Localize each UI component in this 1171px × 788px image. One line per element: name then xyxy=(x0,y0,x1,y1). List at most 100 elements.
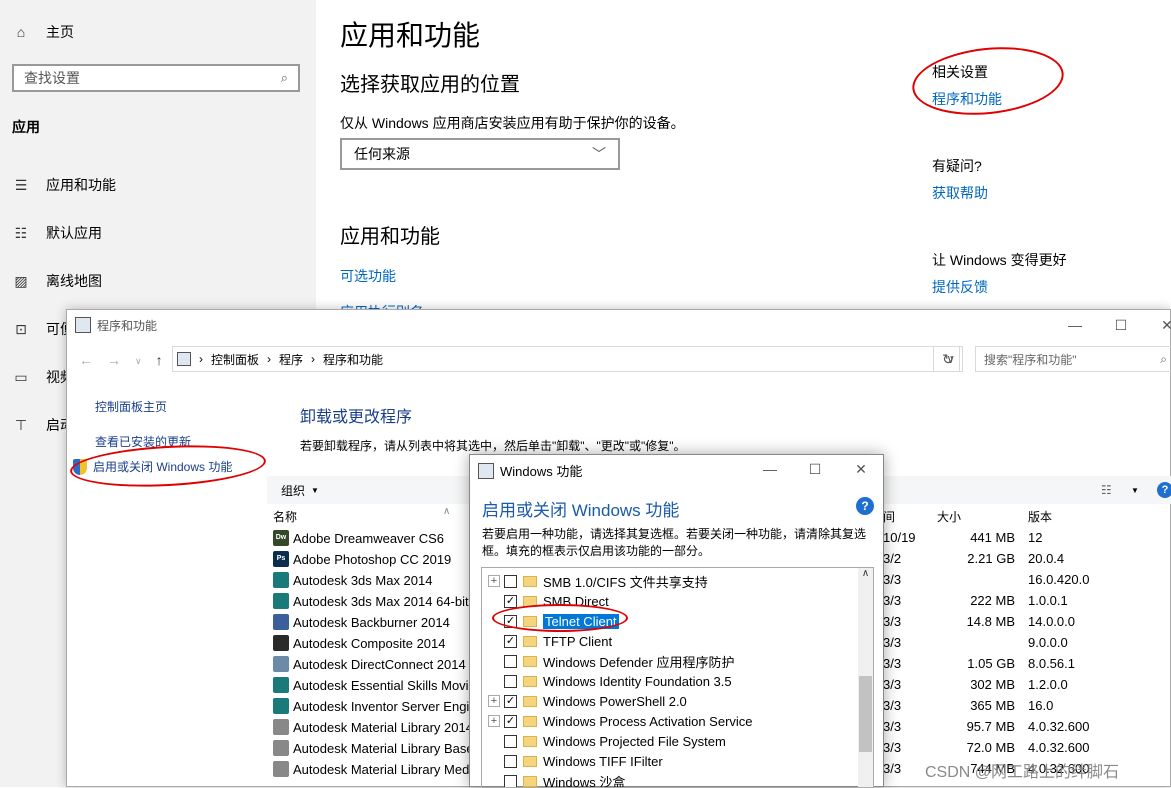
view-options-icon[interactable]: ☷ xyxy=(1101,483,1112,497)
feature-item[interactable]: ✓TFTP Client xyxy=(482,631,612,651)
back-arrow-icon[interactable]: ← xyxy=(79,352,93,370)
optional-features-link[interactable]: 可选功能 xyxy=(340,266,396,286)
sidebar-item-startup[interactable]: ⊤ 启动 xyxy=(12,415,74,435)
sidebar-item-default-apps[interactable]: ☷ 默认应用 xyxy=(12,223,102,243)
uninstall-description: 若要卸载程序，请从列表中将其选中，然后单击"卸载"、"更改"或"修复"。 xyxy=(300,437,686,454)
maximize-button[interactable]: ☐ xyxy=(1098,310,1144,340)
scrollbar[interactable]: ∧ xyxy=(858,568,873,787)
feature-item[interactable]: Windows Projected File System xyxy=(482,731,726,751)
expand-icon[interactable]: + xyxy=(488,575,500,587)
source-dropdown[interactable]: 任何来源 ﹀ xyxy=(340,138,620,170)
breadcrumb-item[interactable]: 程序和功能 xyxy=(323,351,383,368)
table-row[interactable]: Autodesk Inventor Server Engine xyxy=(273,698,484,714)
cell-version: 12 xyxy=(1028,530,1128,545)
cell-date: 10/19 xyxy=(883,530,923,545)
table-row[interactable]: Autodesk Material Library Med xyxy=(273,761,469,777)
scroll-up-icon[interactable]: ∧ xyxy=(858,568,873,579)
feature-item[interactable]: +SMB 1.0/CIFS 文件共享支持 xyxy=(482,571,708,591)
startup-icon: ⊤ xyxy=(12,416,30,434)
cell-date: 3/3 xyxy=(883,761,923,776)
sidebar-home[interactable]: ⌂ 主页 xyxy=(12,22,74,42)
table-row[interactable]: Autodesk Material Library Base xyxy=(273,740,474,756)
table-row[interactable]: Autodesk Essential Skills Movies xyxy=(273,677,482,693)
checkbox[interactable] xyxy=(504,655,517,668)
checkbox-checked[interactable]: ✓ xyxy=(504,715,517,728)
window-titlebar: 程序和功能 xyxy=(67,310,1170,340)
cell-date: 3/3 xyxy=(883,614,923,629)
checkbox-checked[interactable]: ✓ xyxy=(504,635,517,648)
cell-size: 441 MB xyxy=(929,530,1015,545)
video-icon: ▭ xyxy=(12,368,30,386)
breadcrumb-item[interactable]: 控制面板 xyxy=(211,351,259,368)
chevron-down-icon: ﹀ xyxy=(592,144,606,164)
column-size[interactable]: 大小 xyxy=(937,508,961,525)
minimize-button[interactable]: — xyxy=(1052,310,1098,340)
settings-search-input[interactable]: 查找设置 ⌕ xyxy=(12,64,300,92)
feedback-link[interactable]: 提供反馈 xyxy=(932,277,988,297)
maximize-button[interactable]: ☐ xyxy=(792,454,838,484)
expand-icon[interactable]: + xyxy=(488,695,500,707)
cp-home-link[interactable]: 控制面板主页 xyxy=(95,398,167,415)
feature-item[interactable]: Windows 沙盒 xyxy=(482,771,625,788)
checkbox[interactable] xyxy=(504,735,517,748)
sidebar-item-offline-maps[interactable]: ▨ 离线地图 xyxy=(12,271,102,291)
window-title: 程序和功能 xyxy=(97,317,157,334)
app-icon xyxy=(273,677,289,693)
checkbox[interactable] xyxy=(504,575,517,588)
checkbox[interactable] xyxy=(504,775,517,788)
features-list[interactable]: +SMB 1.0/CIFS 文件共享支持✓SMB Direct✓Telnet C… xyxy=(481,567,874,788)
table-row[interactable]: DwAdobe Dreamweaver CS6 xyxy=(273,530,444,546)
help-icon[interactable]: ? xyxy=(856,497,874,515)
question-title: 有疑问? xyxy=(932,156,982,176)
column-name[interactable]: 名称 xyxy=(273,508,297,525)
chevron-down-icon[interactable]: ∨ xyxy=(135,352,142,370)
get-help-link[interactable]: 获取帮助 xyxy=(932,183,988,203)
table-row[interactable]: Autodesk 3ds Max 2014 xyxy=(273,572,432,588)
table-row[interactable]: Autodesk Backburner 2014 xyxy=(273,614,450,630)
cell-size: 1.05 GB xyxy=(929,656,1015,671)
sort-up-icon: ∧ xyxy=(443,506,450,517)
column-version[interactable]: 版本 xyxy=(1028,508,1052,525)
close-button[interactable]: ✕ xyxy=(1144,310,1171,340)
breadcrumb-item[interactable]: 程序 xyxy=(279,351,303,368)
map-icon: ▨ xyxy=(12,272,30,290)
programs-search-input[interactable]: 搜索"程序和功能" ⌕ xyxy=(975,346,1171,372)
column-time[interactable]: 间 xyxy=(883,508,895,525)
table-row[interactable]: Autodesk 3ds Max 2014 64-bit xyxy=(273,593,469,609)
table-row[interactable]: Autodesk DirectConnect 2014 xyxy=(273,656,466,672)
cell-date: 3/3 xyxy=(883,593,923,608)
checkbox-checked[interactable]: ✓ xyxy=(504,595,517,608)
table-row[interactable]: Autodesk Composite 2014 xyxy=(273,635,445,651)
expand-icon[interactable]: + xyxy=(488,715,500,727)
dropdown-arrow-icon[interactable]: ▼ xyxy=(1131,486,1139,495)
table-row[interactable]: PsAdobe Photoshop CC 2019 xyxy=(273,551,451,567)
scrollbar-thumb[interactable] xyxy=(859,676,872,752)
sidebar-item-websites[interactable]: ⊡ 可便 xyxy=(12,319,74,339)
improve-title: 让 Windows 变得更好 xyxy=(932,250,1067,270)
close-button[interactable]: ✕ xyxy=(838,454,884,484)
checkbox[interactable] xyxy=(504,675,517,688)
minimize-button[interactable]: — xyxy=(747,454,793,484)
sidebar-item-apps-features[interactable]: ☰ 应用和功能 xyxy=(12,175,116,195)
forward-arrow-icon[interactable]: → xyxy=(107,352,121,370)
table-row[interactable]: Autodesk Material Library 2014 xyxy=(273,719,473,735)
windows-features-dialog: Windows 功能 — ☐ ✕ 启用或关闭 Windows 功能 ? 若要启用… xyxy=(469,454,884,787)
feature-item[interactable]: +✓Windows Process Activation Service xyxy=(482,711,753,731)
folder-icon xyxy=(523,776,537,787)
up-arrow-icon[interactable]: ↑ xyxy=(156,352,163,370)
feature-item[interactable]: Windows Defender 应用程序防护 xyxy=(482,651,734,671)
organize-button[interactable]: 组织 xyxy=(281,482,305,499)
help-icon[interactable]: ? xyxy=(1157,482,1171,498)
app-name: Autodesk Inventor Server Engine xyxy=(293,699,484,714)
settings-search-placeholder: 查找设置 xyxy=(24,68,80,88)
feature-item[interactable]: Windows TIFF IFilter xyxy=(482,751,663,771)
feature-item[interactable]: Windows Identity Foundation 3.5 xyxy=(482,671,732,691)
search-placeholder: 搜索"程序和功能" xyxy=(984,351,1077,368)
refresh-button[interactable]: ↻ xyxy=(933,346,963,372)
sidebar-item-video[interactable]: ▭ 视频 xyxy=(12,367,74,387)
address-bar[interactable]: › 控制面板 › 程序 › 程序和功能 ∨ xyxy=(172,346,960,372)
feature-item[interactable]: +✓Windows PowerShell 2.0 xyxy=(482,691,687,711)
checkbox-checked[interactable]: ✓ xyxy=(504,695,517,708)
checkbox[interactable] xyxy=(504,755,517,768)
cell-size: 14.8 MB xyxy=(929,614,1015,629)
